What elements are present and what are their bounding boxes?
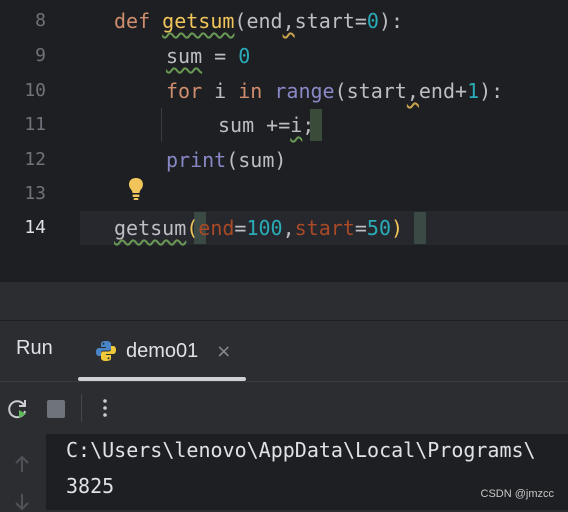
builtin: range <box>262 79 335 103</box>
args: end+ <box>418 79 468 103</box>
console-line-path: C:\Users\lenovo\AppData\Local\Programs\ <box>66 438 536 462</box>
run-toolbar <box>0 381 568 435</box>
line-number: 8 <box>35 10 46 31</box>
rerun-icon[interactable] <box>6 397 30 421</box>
variable: sum <box>166 44 203 68</box>
toolbar-divider <box>81 394 82 422</box>
operator: = <box>202 44 239 68</box>
variable: i <box>290 113 303 137</box>
code-line-11[interactable]: sum +=i; <box>218 108 314 142</box>
code-line-14[interactable]: getsum(end=100,start=50) <box>114 211 403 245</box>
paren: ) <box>391 216 404 240</box>
python-icon <box>96 341 116 361</box>
tab-label: demo01 <box>126 339 199 362</box>
line-number: 12 <box>24 149 46 170</box>
keyword: def <box>114 9 151 33</box>
comma: , <box>282 216 295 240</box>
watermark: CSDN @jmzcc <box>480 488 555 500</box>
code-line-10[interactable]: for i in range(start,end+1): <box>166 74 503 108</box>
variable: i <box>202 79 239 103</box>
line-number: 13 <box>24 183 46 204</box>
keyword-arg: start <box>294 216 355 240</box>
args: (start <box>334 79 407 103</box>
param: start <box>294 9 355 33</box>
paren: ): <box>378 9 404 33</box>
stop-icon[interactable] <box>47 400 65 418</box>
line-number: 9 <box>35 45 46 66</box>
indent-guide <box>161 108 162 142</box>
run-panel-header <box>0 320 568 381</box>
statement: sum += <box>218 113 291 137</box>
comma: , <box>406 79 419 103</box>
keyword: in <box>238 79 263 103</box>
code-line-9[interactable]: sum = 0 <box>166 39 250 73</box>
keyword: for <box>166 79 203 103</box>
number: 0 <box>366 9 379 33</box>
line-number: 11 <box>24 114 46 135</box>
operator: = <box>234 216 247 240</box>
code-line-12[interactable]: print(sum) <box>166 143 286 177</box>
console-line-result: 3825 <box>66 474 115 498</box>
line-number-current: 14 <box>24 217 46 238</box>
console-side-toolbar <box>0 434 46 512</box>
operator: = <box>354 9 367 33</box>
semicolon: ; <box>302 113 315 137</box>
arrow-up-icon[interactable] <box>12 454 32 474</box>
arrow-down-icon[interactable] <box>12 492 32 512</box>
close-icon[interactable]: × <box>216 341 231 362</box>
lightbulb-icon[interactable] <box>125 176 147 202</box>
builtin: print <box>166 148 227 172</box>
number: 0 <box>238 44 251 68</box>
keyword-arg: end <box>198 216 235 240</box>
paren: ( <box>234 9 247 33</box>
paren-highlight <box>414 212 426 244</box>
number: 1 <box>467 79 480 103</box>
run-panel-title: Run <box>16 337 53 359</box>
operator: = <box>354 216 367 240</box>
code-line-8[interactable]: def getsum(end,start=0): <box>114 4 403 38</box>
code-editor[interactable]: 8 9 10 11 12 13 14 def getsum(end,start=… <box>0 0 568 282</box>
more-vert-icon[interactable] <box>99 396 111 420</box>
param: end <box>246 9 283 33</box>
comma: , <box>282 9 295 33</box>
line-number: 10 <box>24 80 46 101</box>
args: (sum) <box>226 148 287 172</box>
function-call: getsum <box>114 216 187 240</box>
run-tab-demo01[interactable]: demo01 × <box>94 336 231 366</box>
number: 50 <box>366 216 391 240</box>
paren: ( <box>186 216 199 240</box>
number: 100 <box>246 216 283 240</box>
paren: ): <box>479 79 504 103</box>
function-name: getsum <box>162 9 235 33</box>
